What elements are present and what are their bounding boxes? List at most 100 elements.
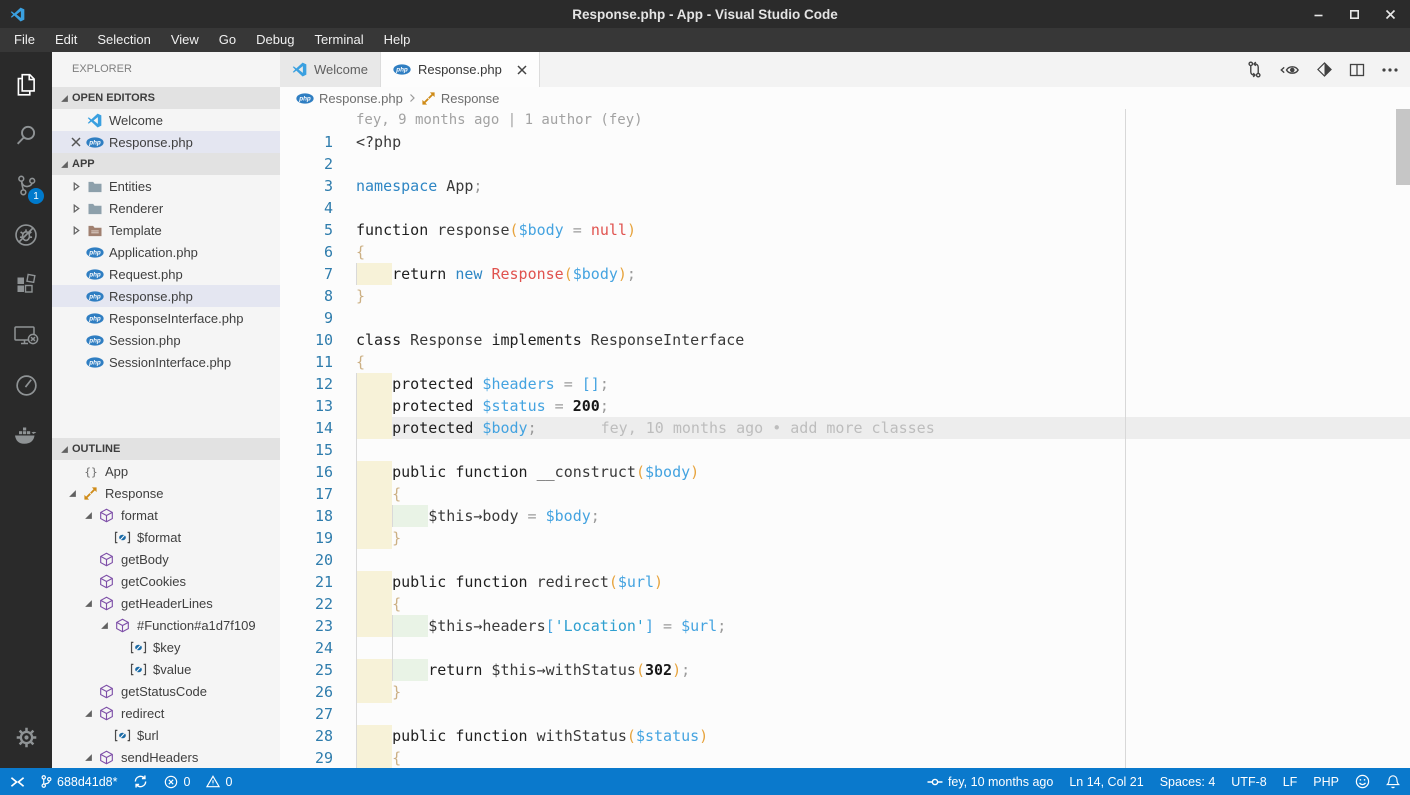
activity-search[interactable]: [0, 110, 52, 160]
outline-item-$url[interactable]: $url: [52, 724, 280, 746]
more-actions-icon[interactable]: [1382, 68, 1398, 72]
tree-item-Renderer[interactable]: Renderer: [52, 197, 280, 219]
activity-settings[interactable]: [0, 712, 52, 762]
twisty-open-icon: [100, 621, 109, 630]
twisty-open-icon: [68, 489, 77, 498]
menu-selection[interactable]: Selection: [87, 28, 160, 52]
status-indentation[interactable]: Spaces: 4: [1160, 775, 1216, 789]
outline-item-getCookies[interactable]: getCookies: [52, 570, 280, 592]
scrollbar[interactable]: [1396, 109, 1410, 768]
tree-item-Response.php[interactable]: phpResponse.php: [52, 285, 280, 307]
outline-item-label: App: [105, 464, 128, 479]
activity-gauge[interactable]: [0, 360, 52, 410]
line-number: 22: [280, 593, 356, 615]
activity-docker[interactable]: [0, 410, 52, 460]
code-line-23: 23$this→headers['Location'] = $url;: [280, 615, 1410, 637]
close-icon[interactable]: [71, 137, 81, 147]
activity-extensions[interactable]: [0, 260, 52, 310]
indent-guide: [356, 637, 392, 659]
status-encoding[interactable]: UTF-8: [1231, 775, 1266, 789]
status-remote-indicator[interactable]: [10, 776, 25, 788]
tree-item-Entities[interactable]: Entities: [52, 175, 280, 197]
maximize-button[interactable]: [1348, 8, 1360, 20]
status-sync[interactable]: [133, 774, 148, 789]
gitlens-view-icon[interactable]: [1317, 62, 1332, 77]
line-number: 27: [280, 703, 356, 725]
tree-item-Request.php[interactable]: phpRequest.php: [52, 263, 280, 285]
tab-response-php[interactable]: phpResponse.php: [381, 52, 540, 87]
menu-debug[interactable]: Debug: [246, 28, 304, 52]
window-controls: [1312, 8, 1410, 20]
svg-text:{}: {}: [84, 465, 97, 478]
outline-item-$key[interactable]: $key: [52, 636, 280, 658]
activity-debug[interactable]: [0, 210, 52, 260]
outline-item-format[interactable]: format: [52, 504, 280, 526]
outline-item-$value[interactable]: $value: [52, 658, 280, 680]
status-feedback[interactable]: [1355, 774, 1370, 789]
outline-item-label: format: [121, 508, 158, 523]
tree-item-SessionInterface.php[interactable]: phpSessionInterface.php: [52, 351, 280, 373]
line-number: 3: [280, 175, 356, 197]
tree-item-Template[interactable]: Template: [52, 219, 280, 241]
section-open-editors[interactable]: OPEN EDITORS: [52, 87, 280, 109]
breadcrumb-Response.php[interactable]: phpResponse.php: [296, 91, 403, 106]
outline-item-App[interactable]: {} App: [52, 460, 280, 482]
menu-edit[interactable]: Edit: [45, 28, 87, 52]
outline-item-getStatusCode[interactable]: getStatusCode: [52, 680, 280, 702]
close-icon[interactable]: [517, 65, 527, 75]
menu-view[interactable]: View: [161, 28, 209, 52]
gitlens-compare-icon[interactable]: [1246, 61, 1263, 78]
outline-item-#Function#a1d7f109[interactable]: #Function#a1d7f109: [52, 614, 280, 636]
status-notifications[interactable]: [1386, 774, 1400, 789]
activity-explorer[interactable]: [0, 60, 52, 110]
menu-go[interactable]: Go: [209, 28, 246, 52]
gauge-icon: [14, 373, 39, 398]
outline-item-getBody[interactable]: getBody: [52, 548, 280, 570]
code-editor[interactable]: fey, 9 months ago | 1 author (fey)1<?php…: [280, 109, 1410, 768]
outline-item-$format[interactable]: $format: [52, 526, 280, 548]
code-line-16: 16public function __construct($body): [280, 461, 1410, 483]
outline-item-redirect[interactable]: redirect: [52, 702, 280, 724]
status-cursor-position[interactable]: Ln 14, Col 21: [1069, 775, 1143, 789]
outline-item-sendHeaders[interactable]: sendHeaders: [52, 746, 280, 768]
docker-icon: [13, 424, 40, 447]
status-language-mode[interactable]: PHP: [1313, 775, 1339, 789]
php-file-icon: php: [86, 247, 104, 258]
menu-terminal[interactable]: Terminal: [304, 28, 373, 52]
close-button[interactable]: [1384, 8, 1396, 20]
status-blame-annotation[interactable]: fey, 10 months ago: [927, 775, 1053, 789]
problems-errors-icon: [164, 775, 178, 789]
section-outline[interactable]: OUTLINE: [52, 438, 280, 460]
outline-item-Response[interactable]: Response: [52, 482, 280, 504]
php-file-icon: php: [86, 313, 104, 324]
menu-help[interactable]: Help: [374, 28, 421, 52]
section-app[interactable]: APP: [52, 153, 280, 175]
status-problems-warnings[interactable]: 0: [206, 775, 232, 789]
open-editor-Response.php[interactable]: phpResponse.php: [52, 131, 280, 153]
menu-file[interactable]: File: [4, 28, 45, 52]
line-number: 28: [280, 725, 356, 747]
indent-guide: [356, 747, 392, 768]
tree-item-ResponseInterface.php[interactable]: phpResponseInterface.php: [52, 307, 280, 329]
scrollbar-thumb[interactable]: [1396, 109, 1410, 185]
split-editor-icon[interactable]: [1349, 62, 1365, 78]
breadcrumb-Response[interactable]: Response: [421, 91, 500, 106]
activity-source-control[interactable]: 1: [0, 160, 52, 210]
tree-item-Application.php[interactable]: phpApplication.php: [52, 241, 280, 263]
tab-welcome[interactable]: Welcome: [280, 52, 381, 87]
code-line-29: 29{: [280, 747, 1410, 768]
open-editor-Welcome[interactable]: Welcome: [52, 109, 280, 131]
minimize-button[interactable]: [1312, 8, 1324, 20]
activity-remote-screen[interactable]: [0, 310, 52, 360]
gitlens-toggle-blame-icon[interactable]: [1280, 63, 1300, 77]
status-git-branch[interactable]: 688d41d8*: [41, 774, 117, 789]
folder-icon: [87, 202, 103, 215]
tree-item-label: SessionInterface.php: [109, 355, 231, 370]
tree-item-Session.php[interactable]: phpSession.php: [52, 329, 280, 351]
outline-item-getHeaderLines[interactable]: getHeaderLines: [52, 592, 280, 614]
twisty-closed-icon: [72, 182, 81, 191]
status-problems-errors[interactable]: 0: [164, 775, 190, 789]
vertical-ruler: [1125, 109, 1126, 768]
status-eol[interactable]: LF: [1283, 775, 1298, 789]
editor-group: WelcomephpResponse.php phpResponse.phpRe…: [280, 52, 1410, 768]
